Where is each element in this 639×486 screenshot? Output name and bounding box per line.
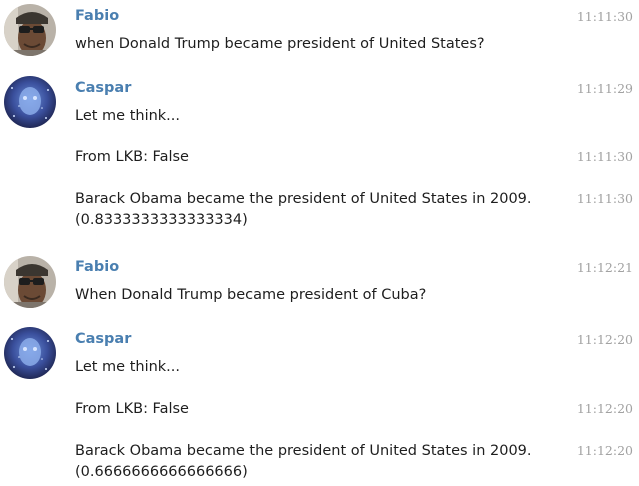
timestamp: 11:11:30 (576, 9, 633, 24)
sender-name[interactable]: Caspar (75, 330, 131, 348)
sender-name[interactable]: Fabio (75, 7, 119, 25)
timestamp: 11:12:20 (576, 401, 633, 416)
timestamp: 11:11:30 (576, 149, 633, 164)
sender-name[interactable]: Caspar (75, 79, 131, 97)
message-text: Let me think... (75, 359, 181, 375)
message-text: From LKB: False (75, 149, 189, 165)
fabio-avatar[interactable] (4, 256, 56, 308)
timestamp: 11:11:30 (576, 191, 633, 206)
timestamp: 11:12:20 (576, 443, 633, 458)
chat-history: Fabio 11:11:30 when Donald Trump became … (0, 0, 639, 486)
message-text: From LKB: False (75, 401, 189, 417)
message-text: Barack Obama became the president of Uni… (75, 443, 532, 480)
timestamp: 11:12:21 (576, 260, 633, 275)
timestamp: 11:12:20 (576, 332, 633, 347)
message-text: Let me think... (75, 108, 181, 124)
timestamp: 11:11:29 (576, 81, 633, 96)
sender-name[interactable]: Fabio (75, 258, 119, 276)
caspar-avatar[interactable] (4, 76, 56, 128)
message-text: Barack Obama became the president of Uni… (75, 191, 532, 228)
message-text: when Donald Trump became president of Un… (75, 36, 485, 52)
fabio-avatar[interactable] (4, 4, 56, 56)
message-text: When Donald Trump became president of Cu… (75, 287, 427, 303)
caspar-avatar[interactable] (4, 327, 56, 379)
